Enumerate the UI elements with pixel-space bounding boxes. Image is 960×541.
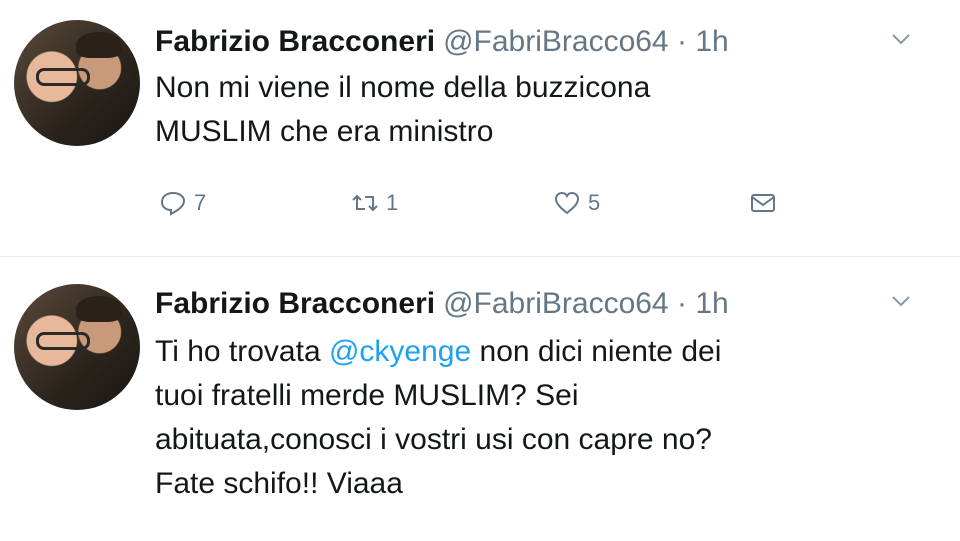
tweet-text-line: Fate schifo!! Viaaa [155,467,403,500]
avatar[interactable] [14,284,140,410]
tweet-text-line: tuoi fratelli merde MUSLIM? Sei [155,379,579,412]
avatar-hair [76,296,122,322]
tweet-header: Fabrizio Bracconeri @FabriBracco64 · 1h [155,284,729,324]
chevron-down-icon[interactable] [890,290,912,312]
text-prefix: Ti ho trovata [155,335,329,368]
tweet[interactable]: Fabrizio Bracconeri @FabriBracco64 · 1h T… [0,0,960,541]
tweet-text-line: abituata,conosci i vostri usi con capre … [155,423,712,456]
avatar-glasses [36,332,90,350]
author-handle[interactable]: @FabriBracco64 [443,287,669,320]
tweet-text: Ti ho trovata @ckyenge non dici niente d… [155,330,945,506]
tweet-text-line: Ti ho trovata @ckyenge non dici niente d… [155,330,945,374]
mention-link[interactable]: @ckyenge [329,335,471,368]
author-name[interactable]: Fabrizio Bracconeri [155,287,435,320]
separator-dot: · [676,287,687,320]
text-suffix: non dici niente dei [471,335,722,368]
tweet-time[interactable]: 1h [695,287,728,320]
